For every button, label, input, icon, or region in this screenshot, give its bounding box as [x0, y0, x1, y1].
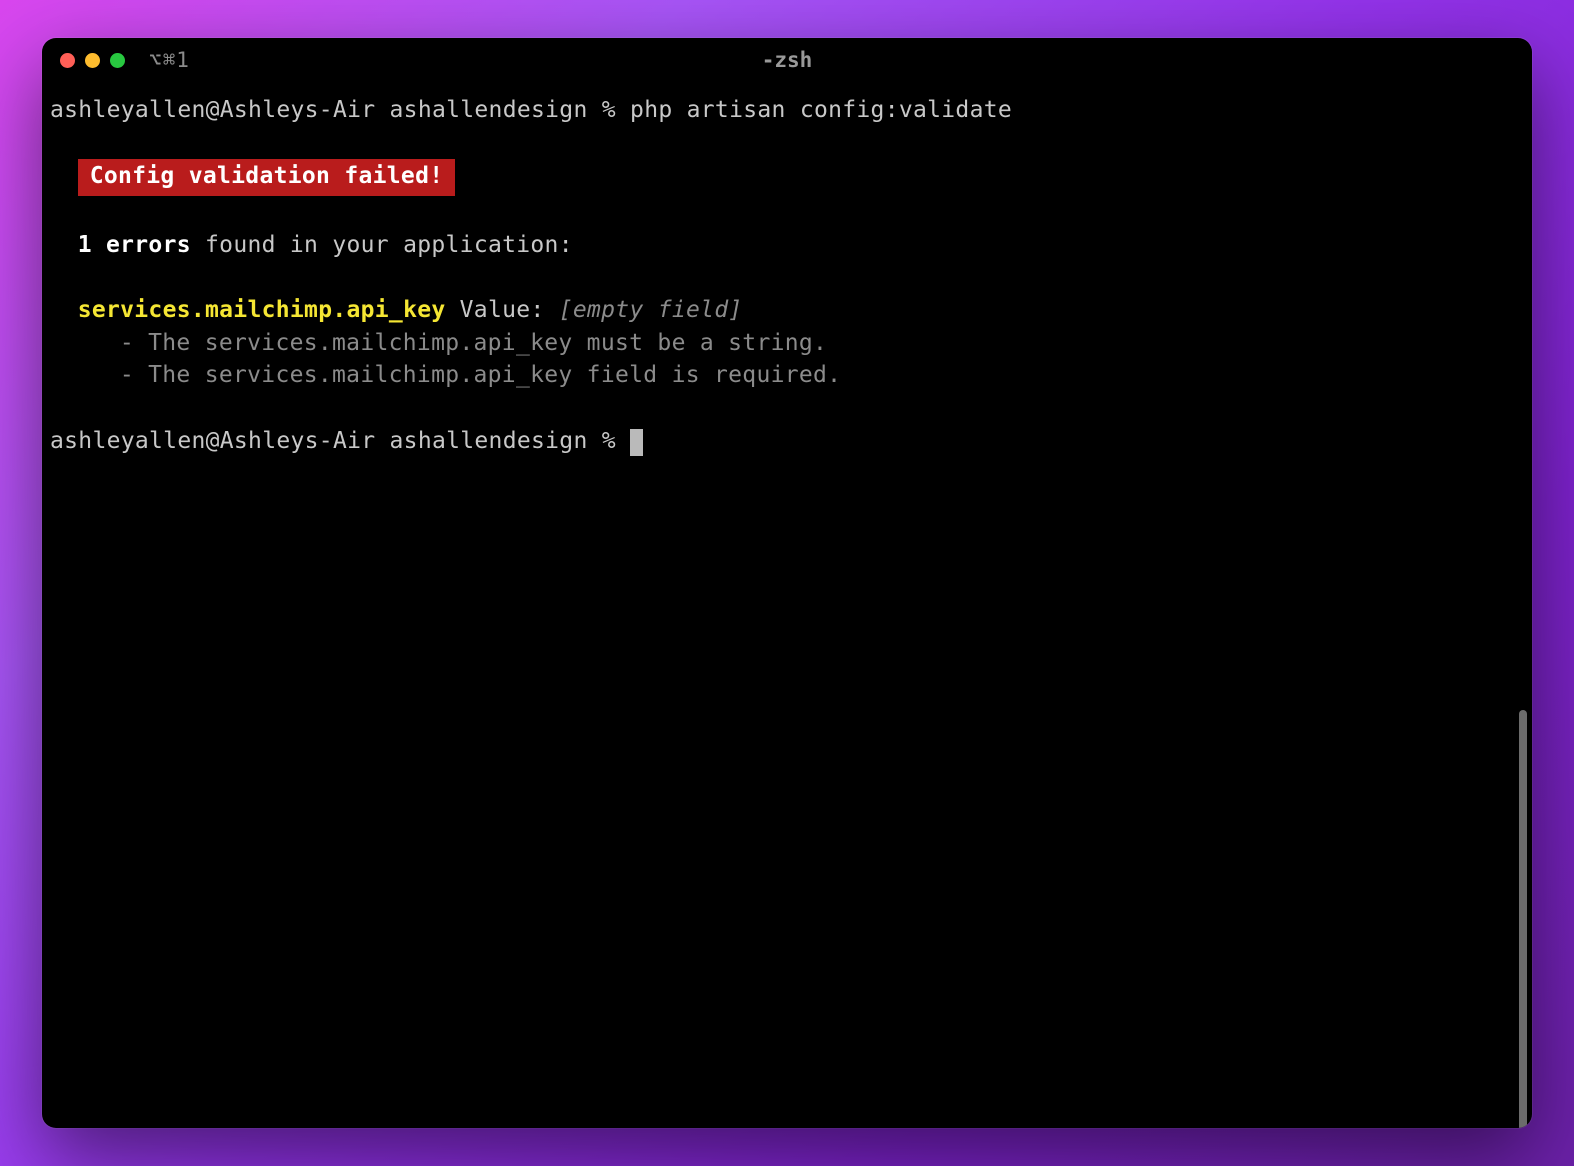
shell-prompt: ashleyallen@Ashleys-Air ashallendesign %: [50, 97, 630, 123]
blank-line: [50, 127, 1524, 160]
minimize-button[interactable]: [85, 53, 100, 68]
title-bar: ⌥⌘1 -zsh: [42, 38, 1532, 82]
error-detail: - The services.mailchimp.api_key must be…: [50, 327, 1524, 360]
prompt-line: ashleyallen@Ashleys-Air ashallendesign %: [50, 425, 1524, 458]
window-title: -zsh: [762, 48, 813, 72]
error-count-suffix: found in your application:: [191, 232, 573, 258]
blank-line: [50, 196, 1524, 229]
error-banner: Config validation failed!: [78, 159, 456, 196]
error-count-line: 1 errors found in your application:: [50, 229, 1524, 262]
close-button[interactable]: [60, 53, 75, 68]
shell-prompt: ashleyallen@Ashleys-Air ashallendesign %: [50, 428, 630, 454]
error-detail: - The services.mailchimp.api_key field i…: [50, 359, 1524, 392]
terminal-window: ⌥⌘1 -zsh ashleyallen@Ashleys-Air ashalle…: [42, 38, 1532, 1128]
config-key-line: services.mailchimp.api_key Value: [empty…: [50, 294, 1524, 327]
error-count: 1 errors: [78, 232, 191, 258]
traffic-lights: [60, 53, 125, 68]
maximize-button[interactable]: [110, 53, 125, 68]
command-text: php artisan config:validate: [630, 97, 1012, 123]
config-key: services.mailchimp.api_key: [78, 297, 446, 323]
blank-line: [50, 261, 1524, 294]
empty-field-value: [empty field]: [559, 297, 743, 323]
command-line: ashleyallen@Ashleys-Air ashallendesign %…: [50, 94, 1524, 127]
cursor-icon: [630, 429, 643, 455]
scrollbar[interactable]: [1519, 710, 1527, 1128]
tab-indicator: ⌥⌘1: [149, 48, 190, 72]
value-label: Value:: [446, 297, 559, 323]
error-banner-row: Config validation failed!: [50, 159, 1524, 196]
blank-line: [50, 392, 1524, 425]
terminal-body[interactable]: ashleyallen@Ashleys-Air ashallendesign %…: [42, 82, 1532, 1128]
